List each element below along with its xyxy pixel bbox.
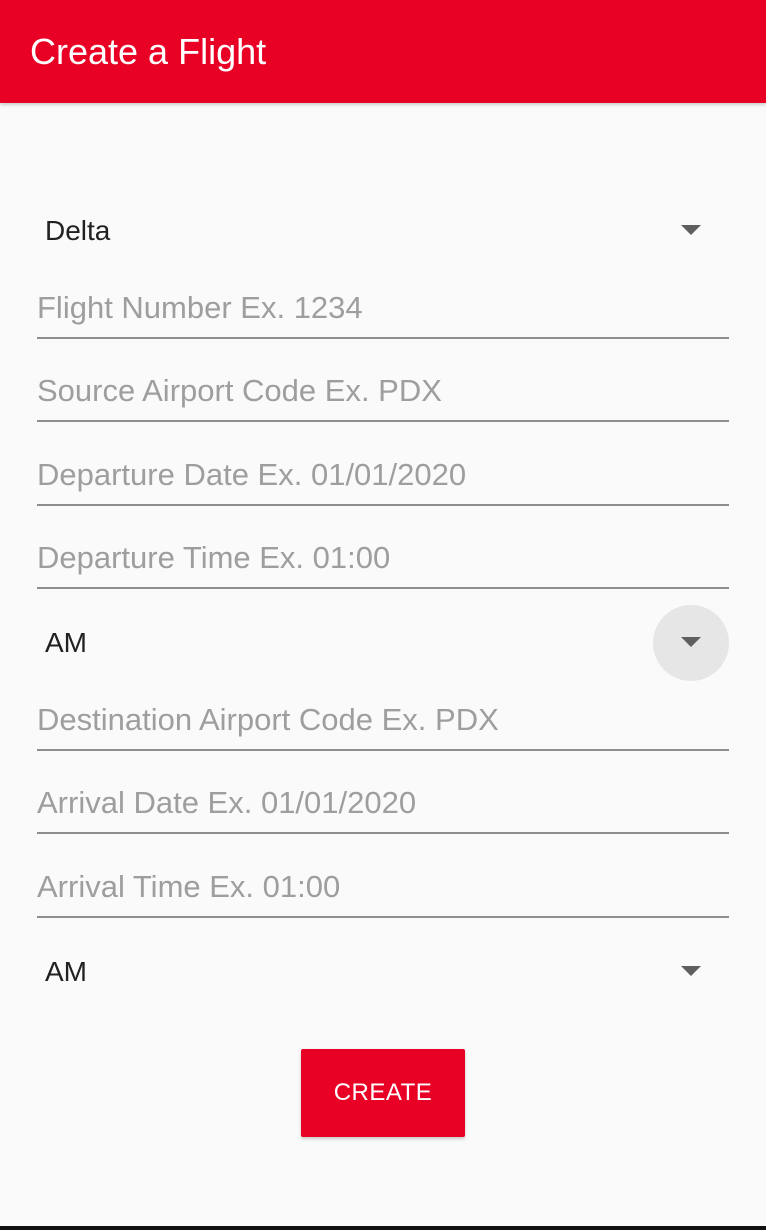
arrival-ampm-spinner-value: AM (45, 956, 87, 987)
departure-date-input[interactable] (37, 446, 729, 506)
bottom-edge-divider (0, 1226, 766, 1230)
flight-number-field (37, 279, 729, 339)
arrival-ampm-dropdown-arrow-icon[interactable] (653, 934, 729, 1010)
destination-airport-field (37, 691, 729, 751)
chevron-down-icon (681, 966, 701, 976)
airline-spinner-value: Delta (45, 215, 111, 246)
departure-ampm-dropdown-arrow-icon[interactable] (653, 605, 729, 681)
flight-number-input[interactable] (37, 279, 729, 339)
airline-dropdown-arrow-icon[interactable] (653, 193, 729, 269)
departure-ampm-spinner[interactable]: AM (37, 605, 729, 681)
departure-date-field (37, 446, 729, 506)
chevron-down-icon (681, 225, 701, 235)
chevron-down-icon (681, 637, 701, 647)
arrival-time-input[interactable] (37, 858, 729, 918)
departure-time-input[interactable] (37, 529, 729, 589)
source-airport-input[interactable] (37, 362, 729, 422)
source-airport-field (37, 362, 729, 422)
arrival-time-field (37, 858, 729, 918)
create-button[interactable]: CREATE (301, 1049, 465, 1137)
departure-time-field (37, 529, 729, 589)
arrival-ampm-spinner[interactable]: AM (37, 942, 729, 1002)
departure-ampm-spinner-value: AM (45, 627, 87, 658)
destination-airport-input[interactable] (37, 691, 729, 751)
app-bar: Create a Flight (0, 0, 766, 103)
airline-spinner[interactable]: Delta (37, 201, 729, 261)
arrival-date-input[interactable] (37, 774, 729, 834)
arrival-date-field (37, 774, 729, 834)
page-title: Create a Flight (30, 31, 267, 72)
